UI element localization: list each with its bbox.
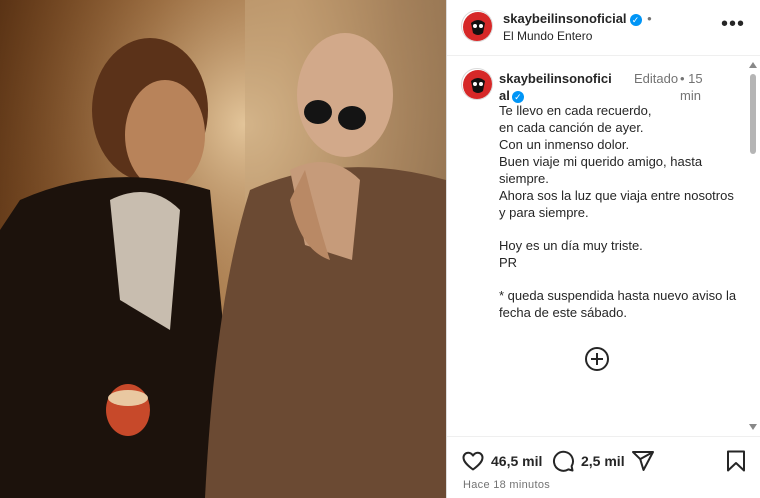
scroll-up-arrow-icon[interactable] — [749, 62, 757, 68]
username-text[interactable]: skaybeilinsonoficial — [503, 11, 627, 26]
verified-badge-icon: ✓ — [629, 14, 642, 26]
heart-icon[interactable] — [461, 449, 485, 473]
post-location[interactable]: El Mundo Entero — [503, 29, 592, 43]
caption-line: * queda suspendida hasta nuevo aviso la … — [499, 288, 740, 320]
caption-username[interactable]: skaybeilinsonoficial ✓ — [499, 70, 617, 104]
scroll-thumb[interactable] — [750, 74, 756, 154]
caption-line: Con un inmenso dolor. — [499, 137, 630, 152]
comment-button[interactable]: 2,5 mil — [551, 449, 625, 473]
save-button[interactable] — [725, 449, 747, 473]
post-author-username[interactable]: skaybeilinsonoficial ✓ • — [503, 11, 652, 26]
comment-count[interactable]: 2,5 mil — [581, 453, 625, 469]
avatar[interactable] — [461, 68, 493, 100]
comment-icon[interactable] — [551, 449, 575, 473]
caption-line: Te llevo en cada recuerdo, — [499, 103, 652, 118]
caption-line: en cada canción de ayer. — [499, 120, 644, 135]
bookmark-icon[interactable] — [725, 449, 747, 473]
more-options-icon[interactable]: ••• — [721, 14, 745, 34]
scroll-down-arrow-icon[interactable] — [749, 424, 757, 430]
caption-line: Hoy es un día muy triste. — [499, 238, 643, 253]
time-text[interactable]: 15 min — [680, 71, 703, 103]
edited-label: Editado — [634, 71, 679, 86]
post-header: skaybeilinsonoficial ✓ • El Mundo Entero … — [447, 0, 760, 56]
caption-gap — [499, 221, 739, 237]
comments-scrollbar[interactable] — [748, 60, 758, 432]
post-image[interactable] — [0, 0, 446, 498]
separator-dot: • — [643, 11, 652, 26]
post-side-panel: skaybeilinsonoficial ✓ • El Mundo Entero … — [446, 0, 760, 498]
caption-time[interactable]: • 15 min — [680, 70, 720, 104]
share-button[interactable] — [631, 449, 655, 473]
caption-line: PR — [499, 255, 518, 270]
caption-text: Te llevo en cada recuerdo, en cada canci… — [499, 102, 739, 321]
caption-line: Ahora sos la luz que viaja entre nosotro… — [499, 188, 738, 220]
comments-area[interactable]: skaybeilinsonoficial ✓ Editado • 15 min T… — [447, 57, 760, 435]
caption-line: Buen viaje mi querido amigo, hasta siemp… — [499, 154, 706, 186]
like-count[interactable]: 46,5 mil — [491, 453, 542, 469]
load-more-comments-icon[interactable] — [585, 347, 609, 371]
post-photo-illustration — [0, 0, 446, 498]
post-actions-bar: 46,5 mil 2,5 mil — [447, 436, 760, 480]
share-icon[interactable] — [631, 449, 655, 473]
post-timestamp[interactable]: Hace 18 minutos — [463, 479, 550, 491]
like-button[interactable]: 46,5 mil — [461, 449, 542, 473]
avatar[interactable] — [461, 10, 493, 42]
caption-gap — [499, 271, 739, 287]
